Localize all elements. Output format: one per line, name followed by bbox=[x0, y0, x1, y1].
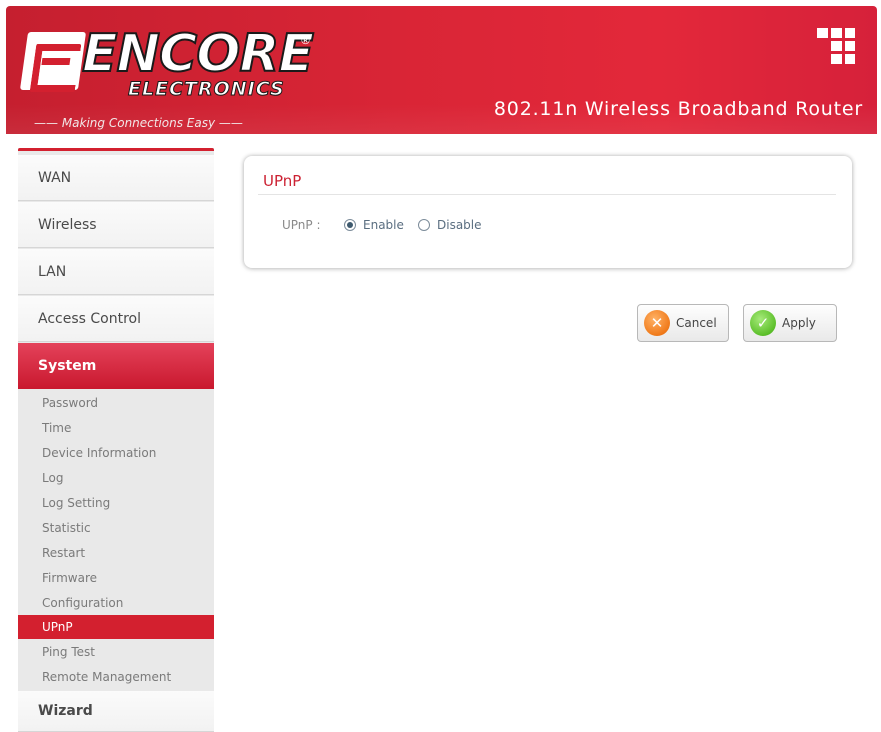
sidebar-item-access-control[interactable]: Access Control bbox=[18, 296, 214, 342]
sidebar-item-wizard[interactable]: Wizard bbox=[18, 691, 214, 732]
upnp-disable-label[interactable]: Disable bbox=[437, 218, 482, 232]
sidebar-item-wan[interactable]: WAN bbox=[18, 155, 214, 201]
sidebar-subitem-restart[interactable]: Restart bbox=[18, 541, 214, 565]
panel-divider bbox=[258, 194, 836, 195]
sidebar-subitem-log[interactable]: Log bbox=[18, 466, 214, 490]
sidebar: WAN Wireless LAN Access Control System P… bbox=[18, 148, 214, 732]
sidebar-subitem-device-information[interactable]: Device Information bbox=[18, 441, 214, 465]
tagline: —— Making Connections Easy —— bbox=[34, 116, 243, 130]
apply-button-label: Apply bbox=[782, 316, 816, 330]
sidebar-subitem-statistic[interactable]: Statistic bbox=[18, 516, 214, 540]
sidebar-subitem-password[interactable]: Password bbox=[18, 391, 214, 415]
logo-brand-text: ENCORE bbox=[81, 24, 315, 84]
header-banner: ENCORE ® ELECTRONICS —— Making Connectio… bbox=[6, 6, 877, 134]
upnp-enable-label[interactable]: Enable bbox=[363, 218, 404, 232]
sidebar-subitem-time[interactable]: Time bbox=[18, 416, 214, 440]
encore-logo: ENCORE ® ELECTRONICS —— Making Connectio… bbox=[19, 24, 324, 130]
sidebar-item-lan[interactable]: LAN bbox=[18, 249, 214, 295]
sidebar-item-wireless[interactable]: Wireless bbox=[18, 202, 214, 248]
sidebar-item-system[interactable]: System bbox=[18, 343, 214, 389]
product-name: 802.11n Wireless Broadband Router bbox=[493, 98, 863, 120]
cancel-x-icon: ✕ bbox=[644, 310, 670, 336]
cancel-button-label: Cancel bbox=[676, 316, 717, 330]
grid-icon bbox=[817, 28, 855, 64]
apply-button[interactable]: ✓ Apply bbox=[743, 304, 837, 342]
encore-logo-mark-icon bbox=[19, 32, 87, 90]
sidebar-subitem-ping-test[interactable]: Ping Test bbox=[18, 640, 214, 664]
sidebar-subitem-log-setting[interactable]: Log Setting bbox=[18, 491, 214, 515]
logo-brand-subtext: ELECTRONICS bbox=[128, 78, 285, 101]
cancel-button[interactable]: ✕ Cancel bbox=[637, 304, 729, 342]
upnp-panel: UPnP UPnP : Enable Disable bbox=[244, 156, 852, 268]
upnp-field-label: UPnP : bbox=[282, 218, 321, 232]
apply-check-icon: ✓ bbox=[750, 310, 776, 336]
sidebar-subitem-upnp[interactable]: UPnP bbox=[18, 615, 214, 639]
logo-registered-mark: ® bbox=[300, 34, 311, 47]
sidebar-subitem-firmware[interactable]: Firmware bbox=[18, 566, 214, 590]
upnp-enable-radio[interactable] bbox=[344, 219, 356, 231]
sidebar-subitem-remote-management[interactable]: Remote Management bbox=[18, 665, 214, 689]
sidebar-subitem-configuration[interactable]: Configuration bbox=[18, 591, 214, 615]
panel-title: UPnP bbox=[263, 172, 302, 190]
upnp-disable-radio[interactable] bbox=[418, 219, 430, 231]
